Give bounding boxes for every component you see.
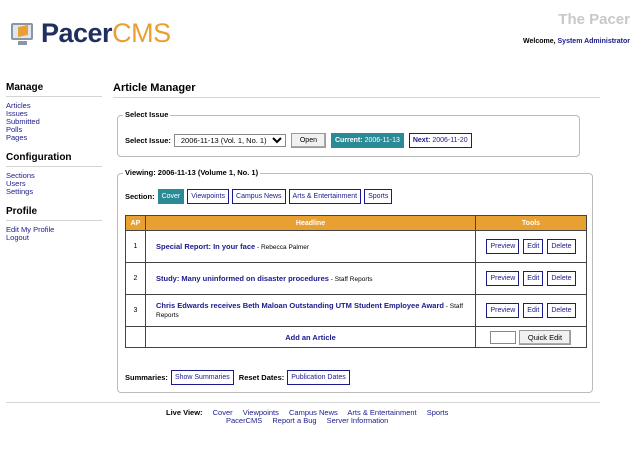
footer-link-pacercms[interactable]: PacerCMS [226, 416, 262, 425]
reset-dates-label: Reset Dates: [238, 373, 285, 382]
monitor-flag-logo-icon [10, 20, 36, 46]
current-user-link[interactable]: System Administrator [558, 38, 630, 45]
main-content: Article Manager [113, 82, 600, 98]
delete-button[interactable]: Delete [547, 239, 576, 254]
articles-table: AP Headline Tools 1 Special Report: In y… [125, 215, 587, 348]
section-tab-arts-entertainment[interactable]: Arts & Entertainment [288, 189, 362, 204]
column-header-tools: Tools [475, 215, 587, 231]
section-tab-campus-news[interactable]: Campus News [232, 189, 286, 204]
article-title-link[interactable]: Chris Edwards receives Beth Maloan Outst… [156, 301, 444, 310]
welcome-prefix: Welcome, [523, 38, 558, 45]
article-title-link[interactable]: Study: Many uninformed on disaster proce… [156, 274, 329, 283]
sidebar-section-manage: Manage Articles Issues Submitted Polls P… [6, 82, 102, 142]
next-issue-label: Next: [412, 137, 431, 144]
table-row: 3 Chris Edwards receives Beth Maloan Out… [125, 294, 587, 327]
footer-link-server-info[interactable]: Server Information [327, 416, 389, 425]
select-issue-legend: Select Issue [123, 110, 171, 119]
section-tab-sports[interactable]: Sports [364, 189, 393, 204]
live-link-sports[interactable]: Sports [427, 408, 449, 417]
edit-button[interactable]: Edit [523, 303, 544, 318]
table-row: 1 Special Report: In your face - Rebecca… [125, 230, 587, 263]
article-author: - Staff Reports [328, 275, 373, 283]
add-article-link[interactable]: Add an Article [285, 333, 336, 342]
current-issue-label: Current: [334, 137, 363, 144]
current-issue-button[interactable]: Current: 2006-11-13 [330, 133, 404, 148]
footer-links: PacerCMS Report a Bug Server Information [226, 416, 388, 425]
site-name: The Pacer [558, 11, 630, 28]
sidebar: Manage Articles Issues Submitted Polls P… [6, 82, 102, 252]
issue-select[interactable]: 2006-11-13 (Vol. 1, No. 1) [173, 134, 286, 147]
show-summaries-button[interactable]: Show Summaries [170, 370, 234, 385]
add-row-empty-cell [125, 326, 146, 348]
open-button[interactable]: Open [290, 133, 326, 148]
logo-text-cms: CMS [112, 18, 171, 48]
quick-edit-button[interactable]: Quick Edit [518, 329, 572, 345]
footer-link-report-bug[interactable]: Report a Bug [272, 416, 316, 425]
column-header-headline: Headline [145, 215, 476, 231]
publication-dates-button[interactable]: Publication Dates [287, 370, 350, 385]
sidebar-section-configuration: Configuration Sections Users Settings [6, 152, 102, 196]
headline-cell: Study: Many uninformed on disaster proce… [145, 262, 476, 295]
next-issue-date: 2006-11-20 [432, 137, 468, 144]
headline-cell: Special Report: In your face - Rebecca P… [145, 230, 476, 263]
add-article-row: Add an Article Quick Edit [125, 326, 587, 348]
tools-cell: Preview Edit Delete [475, 294, 587, 327]
article-title-link[interactable]: Special Report: In your face [156, 242, 255, 251]
article-author: - Rebecca Palmer [255, 243, 310, 251]
select-issue-label: Select Issue: [125, 136, 171, 145]
select-issue-panel: Select Issue Select Issue: 2006-11-13 (V… [117, 110, 580, 157]
section-tab-cover[interactable]: Cover [157, 189, 185, 204]
tools-cell: Preview Edit Delete [475, 230, 587, 263]
quick-edit-input[interactable] [489, 331, 516, 345]
sidebar-title-configuration: Configuration [6, 152, 102, 167]
sidebar-title-manage: Manage [6, 82, 102, 97]
viewing-legend: Viewing: 2006-11-13 (Volume 1, No. 1) [123, 168, 261, 177]
sidebar-item-logout[interactable]: Logout [6, 234, 102, 242]
edit-button[interactable]: Edit [523, 271, 544, 286]
row-number: 1 [125, 230, 146, 263]
table-row: 2 Study: Many uninformed on disaster pro… [125, 262, 587, 295]
row-number: 2 [125, 262, 146, 295]
tools-cell: Preview Edit Delete [475, 262, 587, 295]
edit-button[interactable]: Edit [523, 239, 544, 254]
quick-edit-cell: Quick Edit [475, 326, 587, 348]
footer [6, 402, 600, 403]
section-label: Section: [125, 192, 155, 201]
section-tab-viewpoints[interactable]: Viewpoints [187, 189, 230, 204]
preview-button[interactable]: Preview [486, 271, 520, 286]
sidebar-item-settings[interactable]: Settings [6, 188, 102, 196]
delete-button[interactable]: Delete [547, 271, 576, 286]
logo-text-pacer: Pacer [41, 18, 113, 48]
current-issue-date: 2006-11-13 [364, 137, 400, 144]
viewing-panel: Viewing: 2006-11-13 (Volume 1, No. 1) Se… [117, 168, 593, 393]
welcome-message: Welcome, System Administrator [523, 38, 630, 45]
logo[interactable]: PacerCMS [10, 18, 171, 48]
header: PacerCMS The Pacer Welcome, System Admin… [0, 0, 640, 68]
add-article-cell: Add an Article [145, 326, 476, 348]
live-view-label: Live View: [166, 408, 203, 417]
sidebar-title-profile: Profile [6, 206, 102, 221]
preview-button[interactable]: Preview [486, 239, 520, 254]
sidebar-section-profile: Profile Edit My Profile Logout [6, 206, 102, 242]
delete-button[interactable]: Delete [547, 303, 576, 318]
page-title: Article Manager [113, 82, 600, 98]
next-issue-button[interactable]: Next: 2006-11-20 [408, 133, 472, 148]
row-number: 3 [125, 294, 146, 327]
sidebar-item-pages[interactable]: Pages [6, 134, 102, 142]
column-header-ap: AP [125, 215, 146, 231]
table-header-row: AP Headline Tools [125, 215, 587, 231]
summaries-label: Summaries: [125, 373, 168, 382]
headline-cell: Chris Edwards receives Beth Maloan Outst… [145, 294, 476, 327]
preview-button[interactable]: Preview [486, 303, 520, 318]
